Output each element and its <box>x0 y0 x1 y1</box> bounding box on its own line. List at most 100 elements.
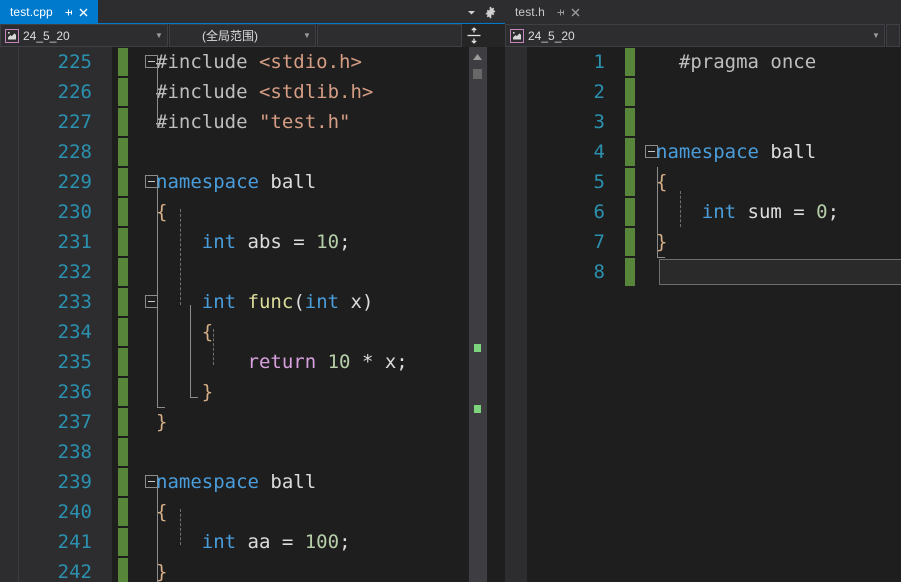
line-number: 7 <box>593 231 605 253</box>
code-token: #include <box>156 51 259 73</box>
left-code-lines[interactable]: 225 #include <stdio.h> 226 #include <stdlib… <box>0 47 505 582</box>
code-line[interactable]: 1 #pragma once <box>505 47 901 77</box>
code-token: 10 <box>316 231 340 253</box>
gear-icon[interactable] <box>482 1 499 23</box>
code-line[interactable]: 240{ <box>0 497 505 527</box>
left-code-editor[interactable]: 225 #include <stdio.h> 226 #include <stdlib… <box>0 47 505 582</box>
outline-bracket <box>190 305 191 397</box>
code-line[interactable]: 2 <box>505 77 901 107</box>
right-navigation-bar: 24_5_20 ▼ <box>505 24 901 47</box>
outline-bracket <box>157 185 158 407</box>
code-text: namespace ball <box>656 137 816 167</box>
code-line[interactable]: 237} <box>0 407 505 437</box>
code-line[interactable]: 226 #include <stdlib.h> <box>0 77 505 107</box>
code-token: namespace <box>156 471 259 493</box>
code-text: return 10 * x; <box>156 347 408 377</box>
code-line[interactable]: 230{ <box>0 197 505 227</box>
left-tabstrip-buttons <box>463 0 505 24</box>
code-line[interactable]: 227 #include "test.h" <box>0 107 505 137</box>
code-line[interactable]: 229 namespace ball <box>0 167 505 197</box>
close-icon[interactable] <box>568 5 583 20</box>
code-text: { <box>156 317 213 347</box>
close-icon[interactable] <box>76 5 91 20</box>
code-line[interactable]: 236 } <box>0 377 505 407</box>
left-vertical-scrollbar[interactable] <box>469 47 486 582</box>
right-code-editor[interactable]: 1 #pragma once 2 3 4 namespace ball 5{6 int s… <box>505 47 901 582</box>
right-code-lines[interactable]: 1 #pragma once 2 3 4 namespace ball 5{6 int s… <box>505 47 901 582</box>
code-token: 10 <box>327 351 351 373</box>
scrollbar-thumb[interactable] <box>473 69 482 79</box>
change-bar <box>118 108 128 136</box>
code-text: #pragma once <box>656 47 816 77</box>
line-number: 3 <box>593 111 605 133</box>
left-editor-pane: test.cpp 24_5_20 ▼ (全局范围) ▼ 225 #include… <box>0 0 505 582</box>
tab-label: test.cpp <box>10 5 53 19</box>
member-combo[interactable] <box>317 24 462 47</box>
code-line[interactable]: 228 <box>0 137 505 167</box>
code-line[interactable]: 235 return 10 * x; <box>0 347 505 377</box>
code-text: int func(int x) <box>156 287 374 317</box>
code-line[interactable]: 7} <box>505 227 901 257</box>
outline-bracket <box>157 65 158 127</box>
change-mark[interactable] <box>474 405 481 413</box>
scroll-up-arrow-icon[interactable] <box>469 49 486 64</box>
code-line[interactable]: 234 { <box>0 317 505 347</box>
code-token: 100 <box>304 531 340 553</box>
line-number: 227 <box>57 111 92 133</box>
indent-guide <box>213 329 214 365</box>
code-line[interactable]: 231 int abs = 10; <box>0 227 505 257</box>
code-line[interactable]: 4 namespace ball <box>505 137 901 167</box>
chevron-down-icon[interactable] <box>463 1 480 23</box>
code-line[interactable]: 5{ <box>505 167 901 197</box>
pin-icon[interactable] <box>553 5 568 20</box>
tab-label: test.h <box>515 5 545 19</box>
code-text: } <box>156 377 213 407</box>
line-number: 5 <box>593 171 605 193</box>
code-token: ball <box>258 171 317 193</box>
code-token: int <box>304 291 340 313</box>
pin-icon[interactable] <box>61 5 76 20</box>
code-line[interactable]: 3 <box>505 107 901 137</box>
change-mark[interactable] <box>474 344 481 352</box>
code-token: int <box>201 231 237 253</box>
chevron-down-icon[interactable]: ▼ <box>299 31 315 40</box>
code-line[interactable]: 6 int sum = 0; <box>505 197 901 227</box>
chevron-down-icon[interactable]: ▼ <box>868 31 884 40</box>
scope-combo[interactable]: (全局范围) ▼ <box>169 24 316 47</box>
change-bar <box>625 198 635 226</box>
code-token: abs = <box>236 231 317 253</box>
change-bar <box>118 138 128 166</box>
code-token: ( <box>293 291 305 313</box>
code-token: #include <box>156 111 259 133</box>
code-token: func <box>247 291 294 313</box>
code-text: int aa = 100; <box>156 527 351 557</box>
line-number: 242 <box>57 561 92 582</box>
change-bar <box>118 348 128 376</box>
code-line[interactable]: 239 namespace ball <box>0 467 505 497</box>
code-line[interactable]: 232 <box>0 257 505 287</box>
change-bar <box>118 498 128 526</box>
code-line[interactable]: 238 <box>0 437 505 467</box>
code-token: } <box>201 381 214 403</box>
change-bar <box>625 48 635 76</box>
project-combo[interactable]: 24_5_20 ▼ <box>0 24 168 47</box>
code-token: ball <box>758 141 817 163</box>
outline-bracket-foot <box>157 407 165 408</box>
chevron-down-icon[interactable]: ▼ <box>151 31 167 40</box>
change-bar <box>118 48 128 76</box>
line-number: 235 <box>57 351 92 373</box>
change-bar <box>625 108 635 136</box>
code-token: #include <box>156 81 259 103</box>
indent-guide <box>180 509 181 545</box>
code-line[interactable]: 242} <box>0 557 505 582</box>
code-line[interactable]: 225 #include <stdio.h> <box>0 47 505 77</box>
split-view-button[interactable] <box>463 24 485 47</box>
code-line[interactable]: 241 int aa = 100; <box>0 527 505 557</box>
code-line[interactable]: 233 int func(int x) <box>0 287 505 317</box>
project-combo[interactable]: 24_5_20 ▼ <box>505 24 885 47</box>
change-bar <box>118 468 128 496</box>
tab-test-cpp[interactable]: test.cpp <box>0 0 98 24</box>
tab-test-h[interactable]: test.h <box>505 0 590 24</box>
